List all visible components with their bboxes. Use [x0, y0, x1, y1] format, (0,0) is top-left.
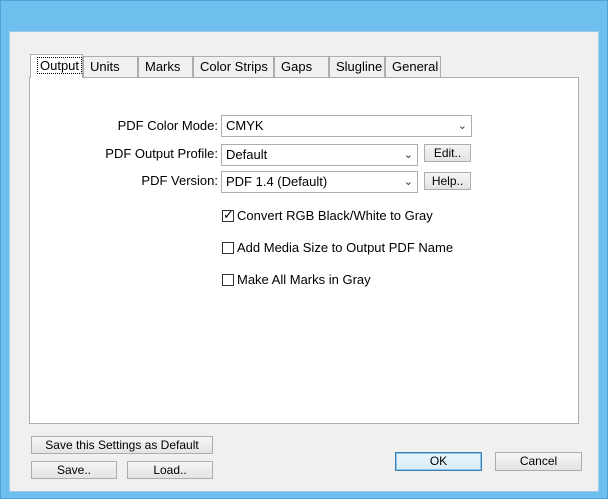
convert-rgb-gray-checkbox-row[interactable]: ✓ Convert RGB Black/White to Gray	[222, 207, 433, 224]
marks-in-gray-checkbox-row[interactable]: Make All Marks in Gray	[222, 272, 371, 288]
tab-output[interactable]: Output	[30, 54, 83, 78]
help-button[interactable]: Help..	[424, 172, 471, 190]
edit-profile-button[interactable]: Edit..	[424, 144, 471, 162]
pdf-color-mode-label: PDF Color Mode:	[117, 118, 218, 133]
chevron-down-icon: ⌄	[403, 176, 413, 188]
tab-label: Output	[37, 57, 83, 74]
pdf-version-select[interactable]: PDF 1.4 (Default) ⌄	[221, 171, 418, 193]
tab-label: Gaps	[281, 59, 313, 74]
tab-gaps[interactable]: Gaps	[274, 56, 329, 77]
checkbox-label: Add Media Size to Output PDF Name	[237, 240, 454, 255]
tab-units[interactable]: Units	[83, 56, 138, 77]
save-button[interactable]: Save..	[31, 461, 117, 479]
convert-rgb-gray-checkbox[interactable]: ✓	[222, 207, 234, 222]
checkmark-icon: ✓	[223, 207, 234, 222]
checkbox-label: Make All Marks in Gray	[237, 272, 371, 287]
pdf-color-mode-select[interactable]: CMYK ⌄	[221, 115, 472, 137]
tab-label: Units	[90, 59, 120, 74]
ok-button[interactable]: OK	[395, 452, 482, 471]
save-as-default-button[interactable]: Save this Settings as Default	[31, 436, 213, 454]
chevron-down-icon: ⌄	[403, 149, 413, 161]
tab-slugline[interactable]: Slugline	[329, 56, 385, 77]
tab-label: Marks	[145, 59, 181, 74]
add-media-size-checkbox-row[interactable]: Add Media Size to Output PDF Name	[222, 240, 453, 256]
pdf-output-profile-value: Default	[226, 147, 268, 162]
pdf-output-profile-select[interactable]: Default ⌄	[221, 144, 418, 166]
tab-color-strips[interactable]: Color Strips	[193, 56, 274, 77]
pdf-version-label: PDF Version:	[141, 173, 218, 188]
marks-in-gray-checkbox[interactable]	[222, 274, 234, 286]
cancel-button[interactable]: Cancel	[495, 452, 582, 471]
tab-marks[interactable]: Marks	[138, 56, 193, 77]
tab-label: Slugline	[336, 59, 383, 74]
tab-label: General	[392, 59, 439, 74]
tab-panel-output: PDF Color Mode: CMYK ⌄ PDF Output Profil…	[29, 77, 579, 424]
dialog-client-area: Output Units Marks Color Strips Gaps Slu…	[9, 31, 599, 492]
pdf-version-value: PDF 1.4 (Default)	[226, 174, 328, 189]
dialog-window: Output Units Marks Color Strips Gaps Slu…	[0, 0, 608, 499]
pdf-output-profile-label: PDF Output Profile:	[105, 146, 218, 161]
add-media-size-checkbox[interactable]	[222, 242, 234, 254]
checkbox-label: Convert RGB Black/White to Gray	[237, 208, 433, 223]
tab-general[interactable]: General	[385, 56, 441, 77]
pdf-color-mode-value: CMYK	[226, 118, 264, 133]
load-button[interactable]: Load..	[127, 461, 213, 479]
tab-label: Color Strips	[200, 59, 268, 74]
chevron-down-icon: ⌄	[457, 120, 467, 132]
